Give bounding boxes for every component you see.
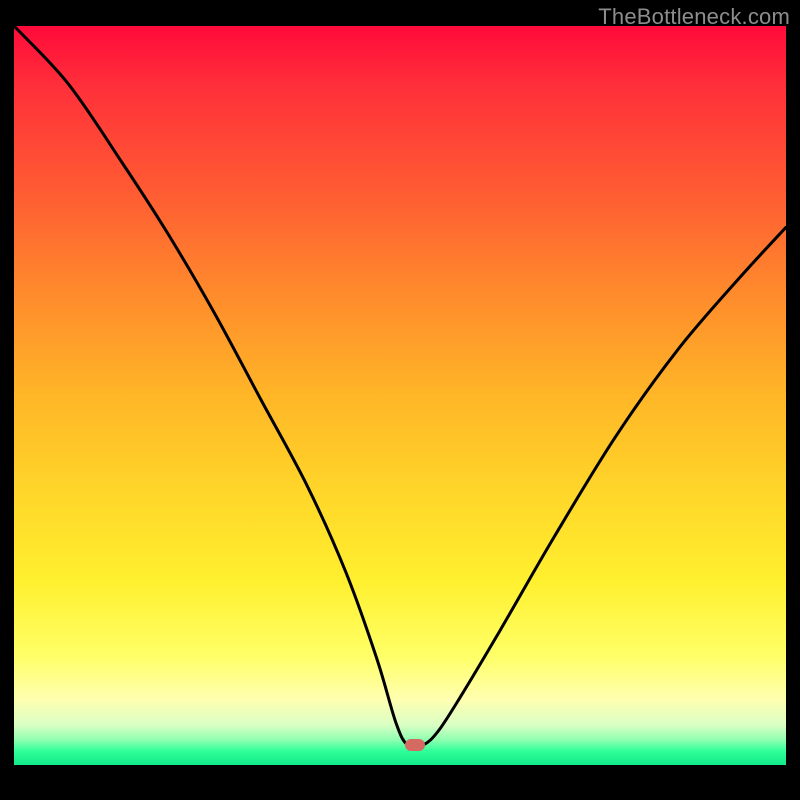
bottleneck-curve bbox=[14, 26, 786, 766]
chart-frame bbox=[14, 26, 786, 786]
optimal-point-marker bbox=[405, 739, 425, 751]
chart-baseline bbox=[14, 765, 786, 768]
